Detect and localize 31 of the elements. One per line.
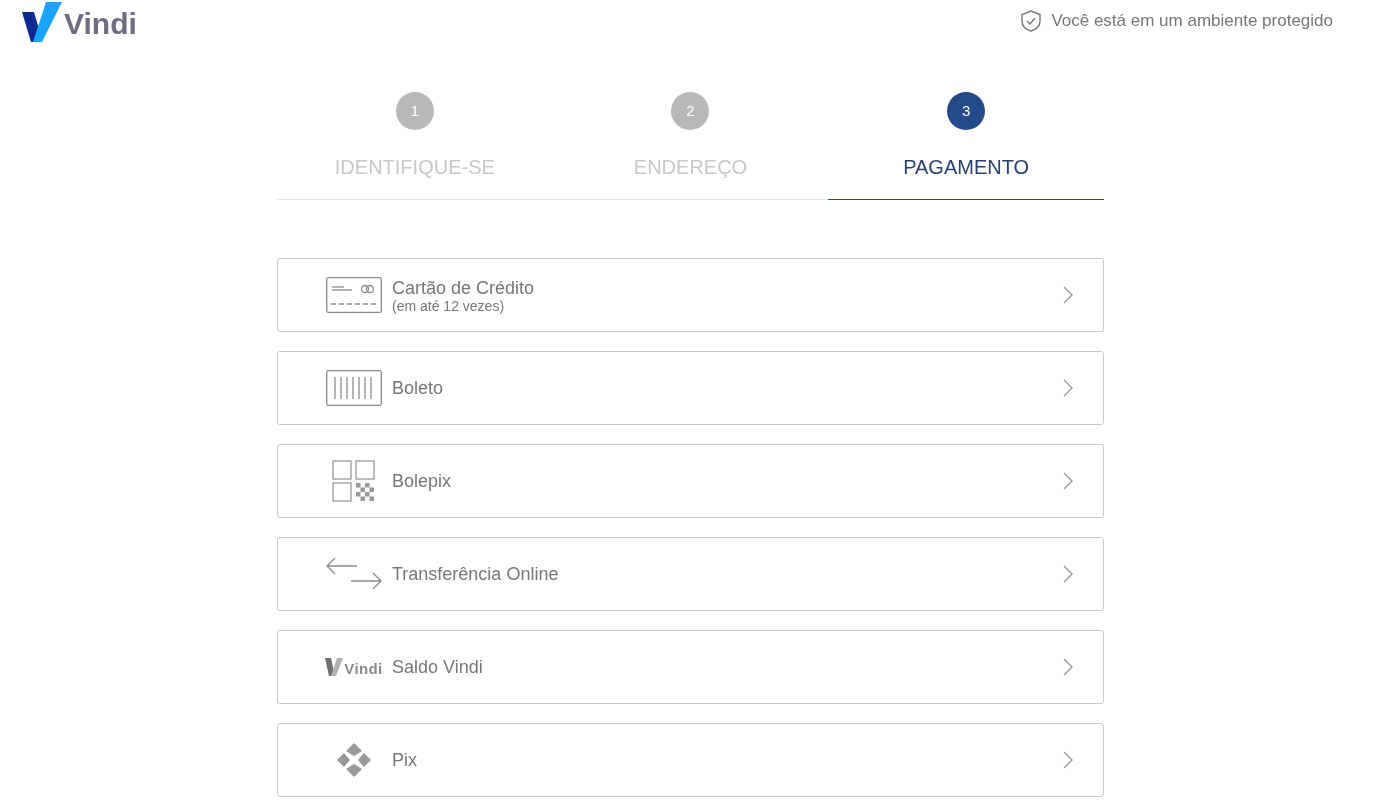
- payment-label: Bolepix: [392, 469, 453, 493]
- payment-option[interactable]: Transferência Online: [277, 537, 1104, 611]
- chevron-right-icon: [1063, 658, 1073, 676]
- payment-label: Boleto: [392, 376, 445, 400]
- payment-label: Cartão de Crédito: [392, 276, 536, 300]
- payment-label: Pix: [392, 748, 418, 772]
- payment-option[interactable]: Cartão de Crédito (em até 12 vezes): [277, 258, 1104, 332]
- security-note: Você está em um ambiente protegido: [1051, 10, 1333, 32]
- shield-check-icon: [1021, 9, 1042, 32]
- vindi-logo[interactable]: Vindi: [22, 0, 137, 42]
- pix-diamond-icon: [336, 742, 372, 778]
- chevron-right-icon: [1063, 751, 1073, 769]
- chevron-right-icon: [1063, 472, 1073, 490]
- payment-option[interactable]: Vindi Saldo Vindi: [277, 630, 1104, 704]
- chevron-right-icon: [1063, 379, 1073, 397]
- chevron-right-icon: [1063, 286, 1073, 304]
- step-number: 1: [395, 92, 434, 130]
- barcode-icon: [326, 370, 382, 406]
- chevron-right-icon: [1063, 565, 1073, 583]
- payment-sublabel: (em até 12 vezes): [392, 299, 506, 314]
- payment-label: Transferência Online: [392, 562, 560, 586]
- payment-option[interactable]: Pix: [277, 723, 1104, 797]
- exchange-arrows-icon: [325, 556, 383, 592]
- grid-squares-icon: [332, 460, 376, 502]
- payment-option[interactable]: Bolepix: [277, 444, 1104, 518]
- step-tab[interactable]: 3 PAGAMENTO: [828, 92, 1104, 200]
- payment-option[interactable]: Boleto: [277, 351, 1104, 425]
- step-number: 2: [671, 92, 710, 130]
- credit-card-icon: [326, 277, 382, 313]
- payment-label: Saldo Vindi: [392, 655, 484, 679]
- step-number: 3: [947, 92, 986, 130]
